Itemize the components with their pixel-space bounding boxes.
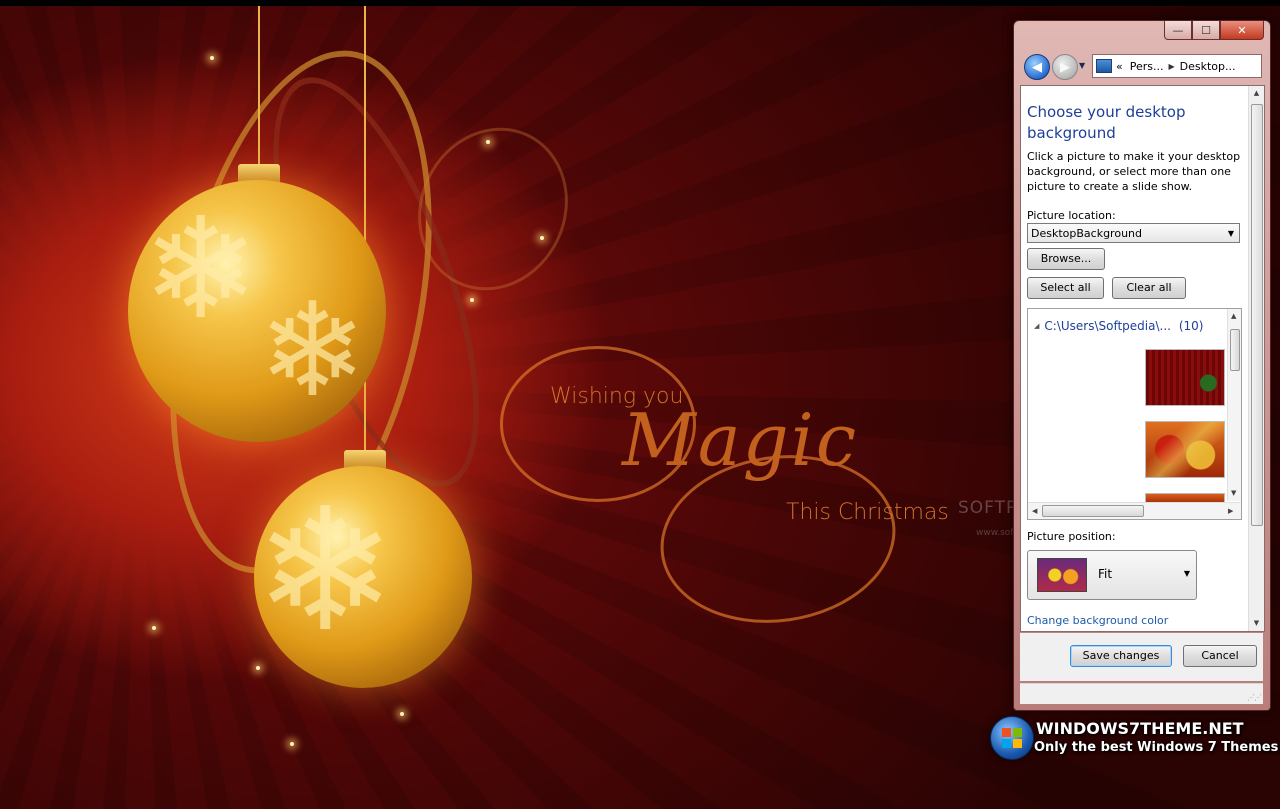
chevron-down-icon: ▼ bbox=[1183, 569, 1190, 578]
recent-pages-dropdown[interactable]: ▼ bbox=[1079, 61, 1085, 70]
brand-tagline: Only the best Windows 7 Themes bbox=[1034, 740, 1279, 755]
ornament-string bbox=[258, 6, 260, 174]
scroll-up-icon[interactable]: ▲ bbox=[1231, 312, 1236, 320]
scroll-left-icon[interactable]: ◀ bbox=[1032, 507, 1037, 515]
picture-list[interactable]: ◢ C:\Users\Softpedia\... (10) ▲ ▼ ◀ ▶ bbox=[1027, 308, 1242, 520]
sparkle bbox=[470, 298, 474, 302]
picture-position-select[interactable]: Fit ▼ bbox=[1027, 550, 1197, 600]
upper-ornament: ❄ ❄ bbox=[128, 180, 386, 442]
caption-buttons: — ☐ ✕ bbox=[1164, 21, 1264, 40]
content-pane: Choose your desktop background Click a p… bbox=[1020, 85, 1265, 632]
button-bar: Save changes Cancel bbox=[1020, 633, 1263, 681]
chevron-down-icon: ▼ bbox=[1227, 229, 1234, 238]
content-vertical-scrollbar[interactable]: ▲ ▼ bbox=[1248, 86, 1264, 631]
save-changes-button[interactable]: Save changes bbox=[1070, 645, 1172, 667]
sparkle bbox=[256, 666, 260, 670]
group-path: C:\Users\Softpedia\... bbox=[1044, 319, 1171, 333]
list-horizontal-scrollbar[interactable]: ◀ ▶ bbox=[1028, 502, 1241, 519]
page-title: Choose your desktop background bbox=[1027, 103, 1186, 142]
select-all-button[interactable]: Select all bbox=[1027, 277, 1104, 299]
brand-site-name: WINDOWS7THEME.NET bbox=[1036, 719, 1244, 738]
scroll-thumb[interactable] bbox=[1251, 104, 1263, 526]
arrow-right-icon: ▶ bbox=[1060, 59, 1070, 75]
breadcrumb-personalization[interactable]: Pers... bbox=[1130, 60, 1164, 73]
picture-position-label: Picture position: bbox=[1027, 530, 1116, 543]
scroll-down-icon[interactable]: ▼ bbox=[1249, 616, 1264, 631]
address-bar[interactable]: « Pers... ▶ Desktop... bbox=[1092, 54, 1262, 78]
scroll-thumb[interactable] bbox=[1042, 505, 1144, 517]
wallpaper-thumbnail[interactable] bbox=[1145, 421, 1225, 478]
maximize-button[interactable]: ☐ bbox=[1192, 21, 1220, 40]
minimize-button[interactable]: — bbox=[1164, 21, 1192, 40]
greeting-line3: This Christmas bbox=[786, 500, 949, 525]
desktop-background-window: — ☐ ✕ ◀ ▶ ▼ « Pers... ▶ Desktop... Choos… bbox=[1013, 20, 1271, 711]
sparkle bbox=[290, 742, 294, 746]
sparkle bbox=[152, 626, 156, 630]
sparkle bbox=[486, 140, 490, 144]
sparkle bbox=[400, 712, 404, 716]
snowflake-icon: ❄ bbox=[254, 472, 397, 670]
picture-location-label: Picture location: bbox=[1027, 209, 1116, 222]
greeting-line2: Magic bbox=[622, 398, 859, 482]
arrow-left-icon: ◀ bbox=[1032, 59, 1042, 75]
snowflake-icon: ❄ bbox=[258, 274, 367, 426]
picture-location-value: DesktopBackground bbox=[1031, 227, 1142, 240]
address-overflow[interactable]: « bbox=[1116, 60, 1123, 73]
group-count: (10) bbox=[1178, 319, 1204, 333]
close-button[interactable]: ✕ bbox=[1220, 21, 1264, 40]
list-vertical-scrollbar[interactable]: ▲ ▼ bbox=[1227, 309, 1241, 501]
sparkle bbox=[540, 236, 544, 240]
scroll-thumb[interactable] bbox=[1230, 329, 1240, 371]
collapse-triangle-icon[interactable]: ◢ bbox=[1034, 322, 1039, 330]
lower-ornament: ❄ bbox=[254, 466, 472, 688]
windows-logo-icon bbox=[990, 716, 1034, 760]
snowflake-icon: ❄ bbox=[142, 188, 260, 351]
breadcrumb-separator-icon[interactable]: ▶ bbox=[1169, 62, 1175, 71]
resize-grip-icon[interactable]: ⋰⋰ bbox=[1247, 693, 1262, 702]
picture-location-select[interactable]: DesktopBackground ▼ bbox=[1027, 223, 1240, 243]
browse-button[interactable]: Browse... bbox=[1027, 248, 1105, 270]
scroll-up-icon[interactable]: ▲ bbox=[1249, 86, 1264, 101]
forward-button[interactable]: ▶ bbox=[1052, 54, 1078, 80]
sparkle bbox=[210, 56, 214, 60]
clear-all-button[interactable]: Clear all bbox=[1112, 277, 1186, 299]
picture-position-value: Fit bbox=[1098, 567, 1113, 581]
picture-group-header[interactable]: ◢ C:\Users\Softpedia\... (10) bbox=[1034, 319, 1203, 333]
scroll-down-icon[interactable]: ▼ bbox=[1231, 489, 1236, 497]
status-bar: ⋰⋰ bbox=[1020, 683, 1263, 704]
breadcrumb-desktop-background[interactable]: Desktop... bbox=[1180, 60, 1236, 73]
cancel-button[interactable]: Cancel bbox=[1183, 645, 1257, 667]
position-preview-icon bbox=[1037, 558, 1087, 592]
scroll-right-icon[interactable]: ▶ bbox=[1228, 507, 1233, 515]
wallpaper-thumbnail[interactable] bbox=[1145, 349, 1225, 406]
back-button[interactable]: ◀ bbox=[1024, 54, 1050, 80]
page-description: Click a picture to make it your desktop … bbox=[1027, 150, 1241, 193]
change-background-color-link[interactable]: Change background color bbox=[1027, 614, 1168, 627]
control-panel-icon bbox=[1096, 59, 1112, 73]
